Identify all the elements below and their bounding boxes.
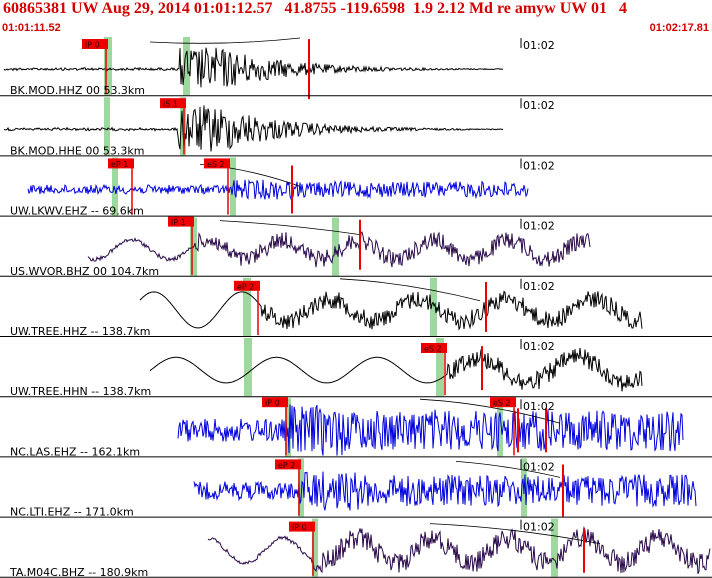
time-end-label: 01:02:17.81	[649, 22, 709, 34]
pick-flag-label: iP 0	[85, 41, 100, 50]
waveform	[139, 290, 643, 331]
minute-tick-label: 01:02	[523, 521, 555, 534]
minute-tick-label: 01:02	[523, 340, 555, 353]
seismogram-panels[interactable]: iP 0 01:02 BK.MOD.HHZ 00 53.3km iS 1 01:02 BK…	[0, 36, 712, 578]
travel-time-curve	[339, 278, 481, 302]
travel-time-curve	[149, 37, 301, 44]
pick-window	[183, 37, 190, 96]
waveform	[3, 47, 504, 88]
minute-tick-label: 01:02	[523, 159, 555, 172]
pick-flag-label: eP 2	[237, 282, 254, 291]
minute-tick-label: 01:02	[523, 400, 555, 413]
waveform	[177, 404, 684, 456]
waveform	[27, 179, 529, 201]
pick-flag-label: iS 1	[163, 100, 178, 109]
pick-flag-label: eS 2	[493, 399, 511, 408]
minute-tick-label: 01:02	[523, 280, 555, 293]
trace-label[interactable]: TA.M04C.BHZ -- 180.9km	[9, 566, 148, 578]
pick-flag-label: eS 2	[424, 345, 442, 354]
time-start-label: 01:01:11.52	[2, 22, 61, 34]
minute-tick-label: 01:02	[523, 99, 555, 112]
minute-tick-label: 01:02	[523, 220, 555, 233]
header: 60865381 UW Aug 29, 2014 01:01:12.57 41.…	[0, 0, 712, 36]
seismogram-canvas[interactable]: iP 0 01:02BK.MOD.HHZ 00 53.3kmiS 1 01:02BK…	[0, 36, 712, 578]
pick-flag-label: eS 2	[207, 160, 225, 169]
minute-tick-label: 01:02	[523, 460, 555, 473]
pick-flag-label: iP 1	[171, 218, 186, 227]
pick-flag-label: eP 2	[278, 461, 295, 470]
waveform	[207, 525, 711, 574]
pick-window	[244, 338, 252, 397]
pick-flag-label: iP 0	[265, 399, 280, 408]
waveform	[193, 471, 697, 511]
event-title: 60865381 UW Aug 29, 2014 01:01:12.57 41.…	[3, 0, 627, 17]
minute-tick-label: 01:02	[523, 39, 555, 52]
pick-flag-label: eP 1	[111, 160, 128, 169]
pick-flag-label: iP 0	[292, 523, 307, 532]
waveform	[149, 347, 643, 392]
